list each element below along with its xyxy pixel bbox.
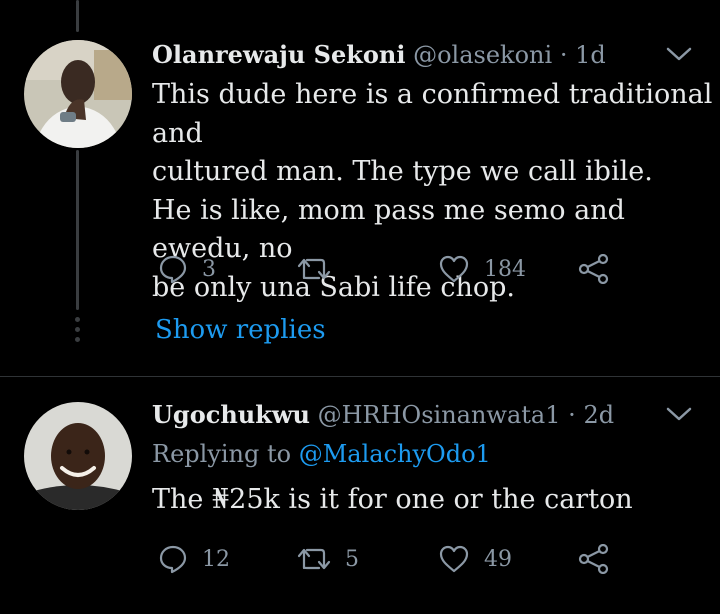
tweet-line: cultured man. The type we call ibile. [152,156,653,187]
reply-icon [158,544,188,574]
retweet-count: 5 [345,546,359,572]
tweet-line: He is like, mom pass me semo and ewedu, … [152,194,625,265]
tweet-body: This dude here is a confirmed traditiona… [152,76,720,307]
timestamp[interactable]: 2d [583,401,614,429]
reply-count: 3 [202,256,216,282]
mention-link[interactable]: @MalachyOdo1 [299,440,491,468]
retweet-button[interactable] [297,256,345,282]
tweet-header: Ugochukwu @HRHOsinanwata1 · 2d [152,400,614,429]
chevron-down-icon[interactable] [666,46,692,62]
like-count: 49 [484,546,512,572]
like-button[interactable]: 184 [438,255,526,283]
reply-icon [158,254,188,284]
share-button[interactable] [578,544,610,574]
heart-icon [438,255,470,283]
like-count: 184 [484,256,526,282]
thread-connector [76,150,79,310]
retweet-icon [297,256,331,282]
tweet-line: be only una Sabi life chop. [152,271,515,303]
reply-button[interactable]: 12 [158,544,230,574]
tweet-line: The ₦25k is it for one or the carton [152,484,633,515]
like-button[interactable]: 49 [438,545,512,573]
reply-button[interactable]: 3 [158,254,216,284]
tweet-divider [0,376,720,377]
timestamp[interactable]: 1d [575,41,606,69]
replying-to-label: Replying to [152,440,292,468]
thread-connector-top [76,0,79,32]
share-icon [578,544,610,574]
author-name[interactable]: Ugochukwu [152,400,310,429]
retweet-button[interactable]: 5 [297,546,359,572]
tweet-header: Olanrewaju Sekoni @olasekoni · 1d [152,40,606,69]
author-name[interactable]: Olanrewaju Sekoni [152,40,405,69]
reply-count: 12 [202,546,230,572]
tweet-body: The ₦25k is it for one or the carton [152,481,633,520]
separator-dot: · [568,401,576,429]
chevron-down-icon[interactable] [666,406,692,422]
share-button[interactable] [578,254,610,284]
avatar[interactable] [24,402,132,510]
author-handle[interactable]: @HRHOsinanwata1 [318,401,561,429]
tweet-line: This dude here is a confirmed traditiona… [152,79,713,149]
replying-to: Replying to @MalachyOdo1 [152,440,491,468]
thread-more-dots-icon [73,317,82,347]
avatar[interactable] [24,40,132,148]
share-icon [578,254,610,284]
retweet-icon [297,546,331,572]
heart-icon [438,545,470,573]
show-replies-link[interactable]: Show replies [155,315,326,345]
author-handle[interactable]: @olasekoni [413,41,552,69]
separator-dot: · [559,41,568,69]
